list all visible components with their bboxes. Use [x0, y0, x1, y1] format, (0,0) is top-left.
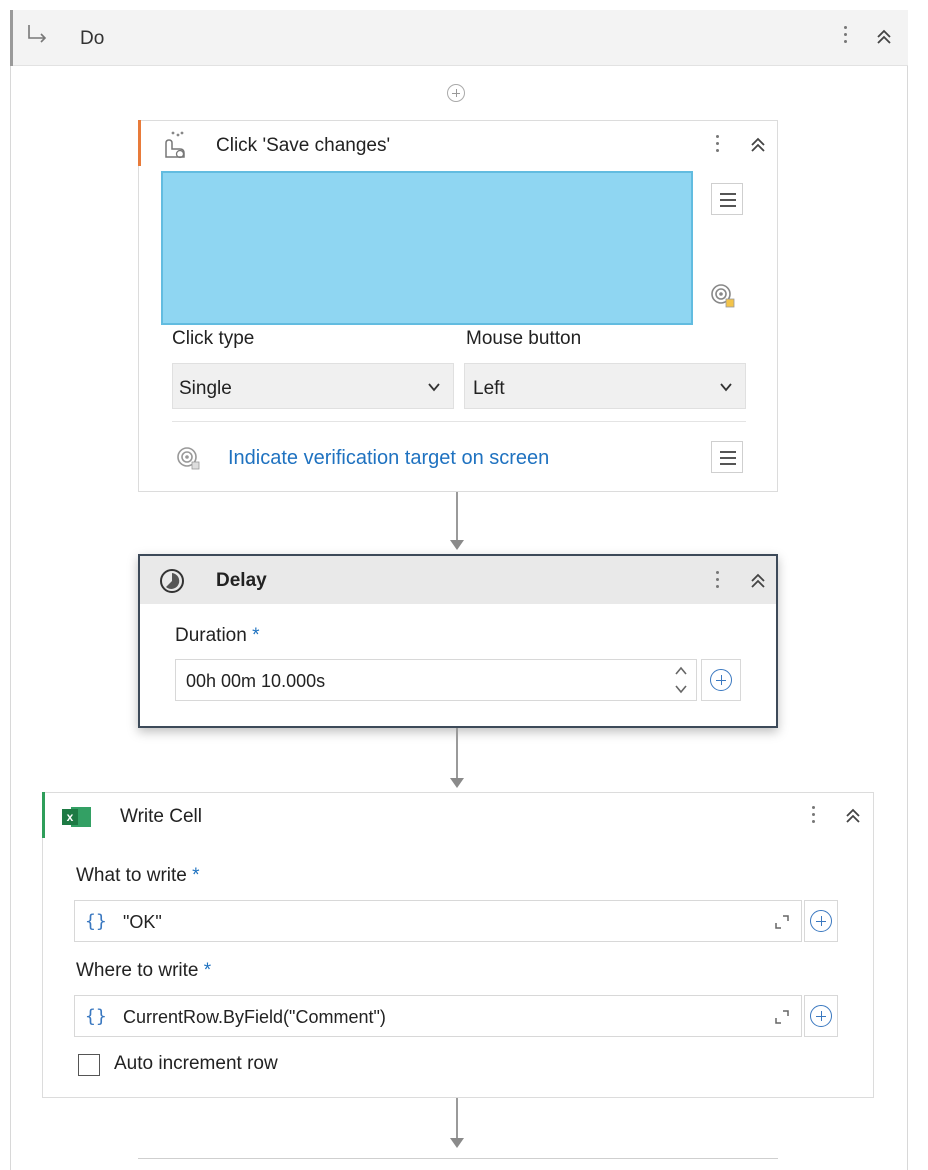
connector-line [456, 1098, 458, 1140]
target-screenshot[interactable] [161, 171, 693, 325]
connector-arrow [450, 1138, 464, 1148]
where-to-write-input[interactable]: {} CurrentRow.ByField("Comment") [74, 995, 802, 1037]
write-cell-accent [42, 792, 45, 838]
connector-line [456, 728, 458, 780]
auto-increment-label: Auto increment row [114, 1053, 278, 1074]
hamburger-menu-icon[interactable] [711, 183, 743, 215]
expression-braces-icon: {} [85, 1006, 107, 1027]
plus-circle-icon [810, 1005, 832, 1027]
kebab-menu-icon[interactable] [838, 23, 852, 49]
expression-braces-icon: {} [85, 911, 107, 932]
double-chevron-up-icon[interactable] [748, 135, 768, 155]
target-indicator-icon[interactable] [174, 444, 204, 474]
divider [172, 421, 746, 422]
delay-activity-title: Delay [216, 570, 267, 591]
arrow-return-icon [28, 25, 47, 43]
click-activity-icon [165, 131, 185, 159]
mouse-button-value: Left [473, 378, 505, 399]
add-variable-button[interactable] [804, 995, 838, 1037]
do-header-accent [10, 10, 13, 66]
connector-arrow [450, 778, 464, 788]
kebab-menu-icon[interactable] [710, 568, 724, 594]
duration-input[interactable]: 00h 00m 10.000s [175, 659, 697, 701]
click-activity-title: Click 'Save changes' [216, 135, 391, 156]
add-activity-icon[interactable] [447, 84, 465, 102]
connector-line [456, 492, 458, 542]
target-indicator-icon[interactable] [708, 281, 738, 311]
auto-increment-checkbox[interactable] [78, 1054, 100, 1076]
next-activity-card[interactable] [138, 1158, 778, 1162]
connector-arrow [450, 540, 464, 550]
click-type-value: Single [179, 378, 232, 399]
plus-circle-icon [810, 910, 832, 932]
double-chevron-up-icon[interactable] [843, 806, 863, 826]
hamburger-menu-icon[interactable] [711, 441, 743, 473]
click-type-label: Click type [172, 328, 255, 349]
click-type-select[interactable]: Single [172, 363, 454, 409]
chevron-down-icon [720, 383, 732, 392]
what-to-write-label: What to write * [76, 865, 200, 886]
mouse-button-label: Mouse button [466, 328, 582, 349]
delay-clock-icon [160, 569, 184, 593]
duration-value: 00h 00m 10.000s [186, 671, 326, 691]
duration-label: Duration * [175, 625, 260, 646]
add-variable-button[interactable] [701, 659, 741, 701]
plus-circle-icon [710, 669, 732, 691]
indicate-verification-target-link[interactable]: Indicate verification target on screen [228, 447, 549, 470]
svg-text:x: x [67, 810, 74, 824]
where-to-write-label: Where to write * [76, 960, 212, 981]
add-variable-button[interactable] [804, 900, 838, 942]
double-chevron-up-icon[interactable] [748, 571, 768, 591]
what-to-write-value: "OK" [123, 912, 162, 932]
double-chevron-up-icon[interactable] [874, 27, 894, 47]
where-to-write-value: CurrentRow.ByField("Comment") [123, 1007, 386, 1027]
write-cell-title: Write Cell [120, 806, 202, 827]
click-activity-accent [138, 120, 141, 166]
expand-icon[interactable] [773, 1008, 791, 1026]
spinner-updown-icon[interactable] [674, 664, 688, 696]
do-title: Do [80, 28, 105, 49]
chevron-down-icon [428, 383, 440, 392]
excel-icon: x [62, 807, 91, 827]
what-to-write-input[interactable]: {} "OK" [74, 900, 802, 942]
do-header[interactable] [10, 10, 908, 66]
mouse-button-select[interactable]: Left [464, 363, 746, 409]
kebab-menu-icon[interactable] [806, 803, 820, 829]
kebab-menu-icon[interactable] [710, 132, 724, 158]
expand-icon[interactable] [773, 913, 791, 931]
